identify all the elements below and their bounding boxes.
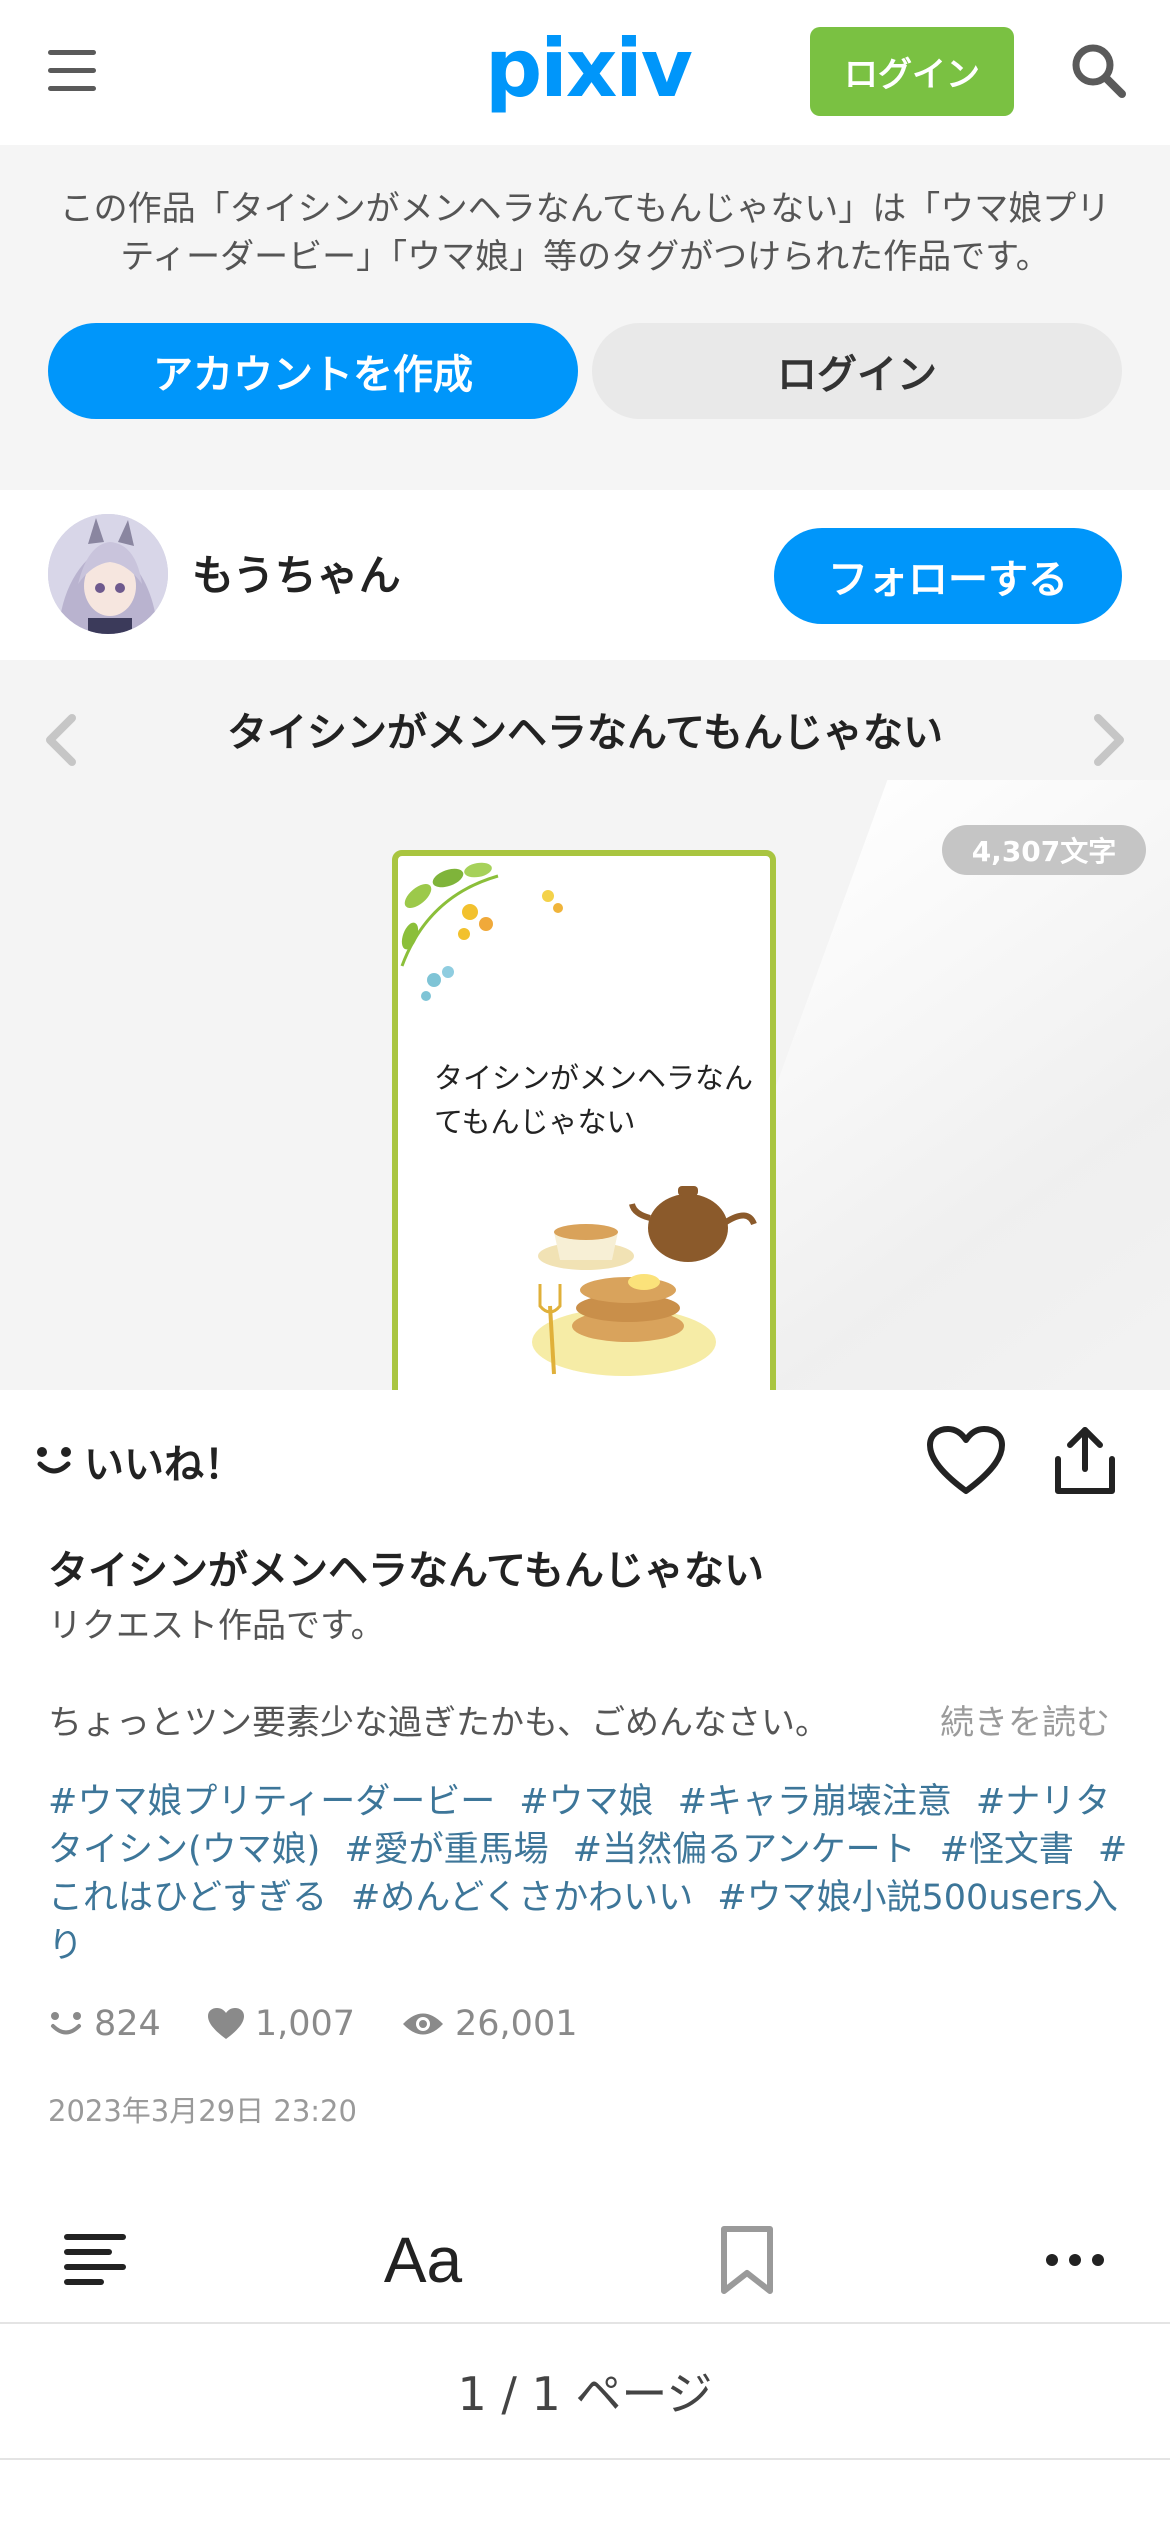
toc-button[interactable] xyxy=(60,2220,130,2300)
header-login-button[interactable]: ログイン xyxy=(810,27,1014,116)
heart-filled-icon xyxy=(207,2008,244,2039)
signup-notice: この作品「タイシンがメンヘラなんてもんじゃない」は「ウマ娘プリティーダービー」「… xyxy=(0,145,1170,490)
author-name[interactable]: もうちゃん xyxy=(192,542,401,603)
notice-text: この作品「タイシンがメンヘラなんてもんじゃない」は「ウマ娘プリティーダービー」「… xyxy=(59,189,1111,277)
notice-login-button[interactable]: ログイン xyxy=(592,323,1122,419)
pixiv-logo[interactable]: pixiv xyxy=(485,22,693,115)
smile-icon xyxy=(37,1447,71,1474)
tag-link[interactable]: #当然偏るアンケート xyxy=(573,1830,916,1870)
avatar-illustration xyxy=(48,514,168,634)
page-indicator: 1 / 1 ページ xyxy=(0,2324,1170,2460)
follow-button[interactable]: フォローする xyxy=(774,528,1122,624)
bookmark-icon xyxy=(721,2226,773,2294)
like-count-stat: 824 xyxy=(48,2004,161,2044)
smile-icon xyxy=(51,2012,81,2035)
tag-link[interactable]: #愛が重馬場 xyxy=(344,1830,548,1870)
character-count-badge: 4,307文字 xyxy=(942,825,1146,875)
caption-subtitle: リクエスト作品です。 xyxy=(48,1606,385,1646)
tag-list: #ウマ娘プリティーダービー #ウマ娘 #キャラ崩壊注意 #ナリタタイシン(ウマ娘) #愛… xyxy=(48,1778,1128,1970)
tag-link[interactable]: #ウマ娘プリティーダービー xyxy=(48,1782,495,1822)
eye-icon xyxy=(403,2013,444,2035)
cover-title: タイシンがメンヘラなんてもんじゃない xyxy=(434,1061,754,1139)
share-icon[interactable] xyxy=(1052,1425,1118,1497)
create-account-button[interactable]: アカウントを作成 xyxy=(48,323,578,419)
work-viewer: タイシンがメンヘラなんてもんじゃない 4,307文字 タイシンがメンヘラなんても… xyxy=(0,660,1170,1390)
hamburger-menu-icon[interactable] xyxy=(48,50,96,92)
work-title: タイシンがメンヘラなんてもんじゃない xyxy=(227,710,943,756)
post-date: 2023年3月29日 23:20 xyxy=(48,2094,357,2128)
work-stats: 824 1,007 26,001 xyxy=(48,2004,577,2044)
more-options-button[interactable] xyxy=(1040,2220,1110,2300)
bookmark-count: 1,007 xyxy=(254,2004,356,2044)
bookmark-button[interactable] xyxy=(712,2220,782,2300)
view-count-stat: 26,001 xyxy=(401,2004,577,2044)
font-settings-button[interactable]: Aa xyxy=(375,2220,471,2300)
author-avatar[interactable] xyxy=(48,514,168,634)
like-label: いいね！ xyxy=(84,1442,244,1488)
read-more-link[interactable]: 続きを読む xyxy=(940,1695,1110,1744)
search-icon[interactable] xyxy=(1068,40,1128,100)
bookmark-count-stat: 1,007 xyxy=(207,2004,355,2044)
like-button[interactable]: いいね！ xyxy=(34,1432,244,1490)
top-header: pixiv ログイン xyxy=(0,0,1170,145)
reader-toolbar: Aa xyxy=(0,2200,1170,2324)
tag-link[interactable]: #怪文書 xyxy=(940,1830,1074,1870)
text-lines-icon xyxy=(64,2234,126,2285)
tag-link[interactable]: #キャラ崩壊注意 xyxy=(678,1782,952,1822)
caption-title: タイシンがメンヘラなんてもんじゃない xyxy=(48,1548,764,1594)
heart-icon[interactable] xyxy=(926,1425,1006,1497)
caption-text: ちょっとツン要素少な過ぎたかも、ごめんなさい。 xyxy=(48,1703,829,1743)
like-count: 824 xyxy=(94,2004,161,2044)
chevron-left-icon[interactable] xyxy=(36,708,84,772)
author-row: もうちゃん フォローする xyxy=(0,490,1170,660)
view-count: 26,001 xyxy=(455,2004,578,2044)
more-dots-icon xyxy=(1046,2254,1104,2266)
tag-link[interactable]: #ウマ娘 xyxy=(519,1782,653,1822)
novel-cover[interactable]: タイシンがメンヘラなんてもんじゃない xyxy=(392,850,776,1390)
tag-link[interactable]: #めんどくさかわいい xyxy=(351,1878,693,1918)
chevron-right-icon[interactable] xyxy=(1086,708,1134,772)
